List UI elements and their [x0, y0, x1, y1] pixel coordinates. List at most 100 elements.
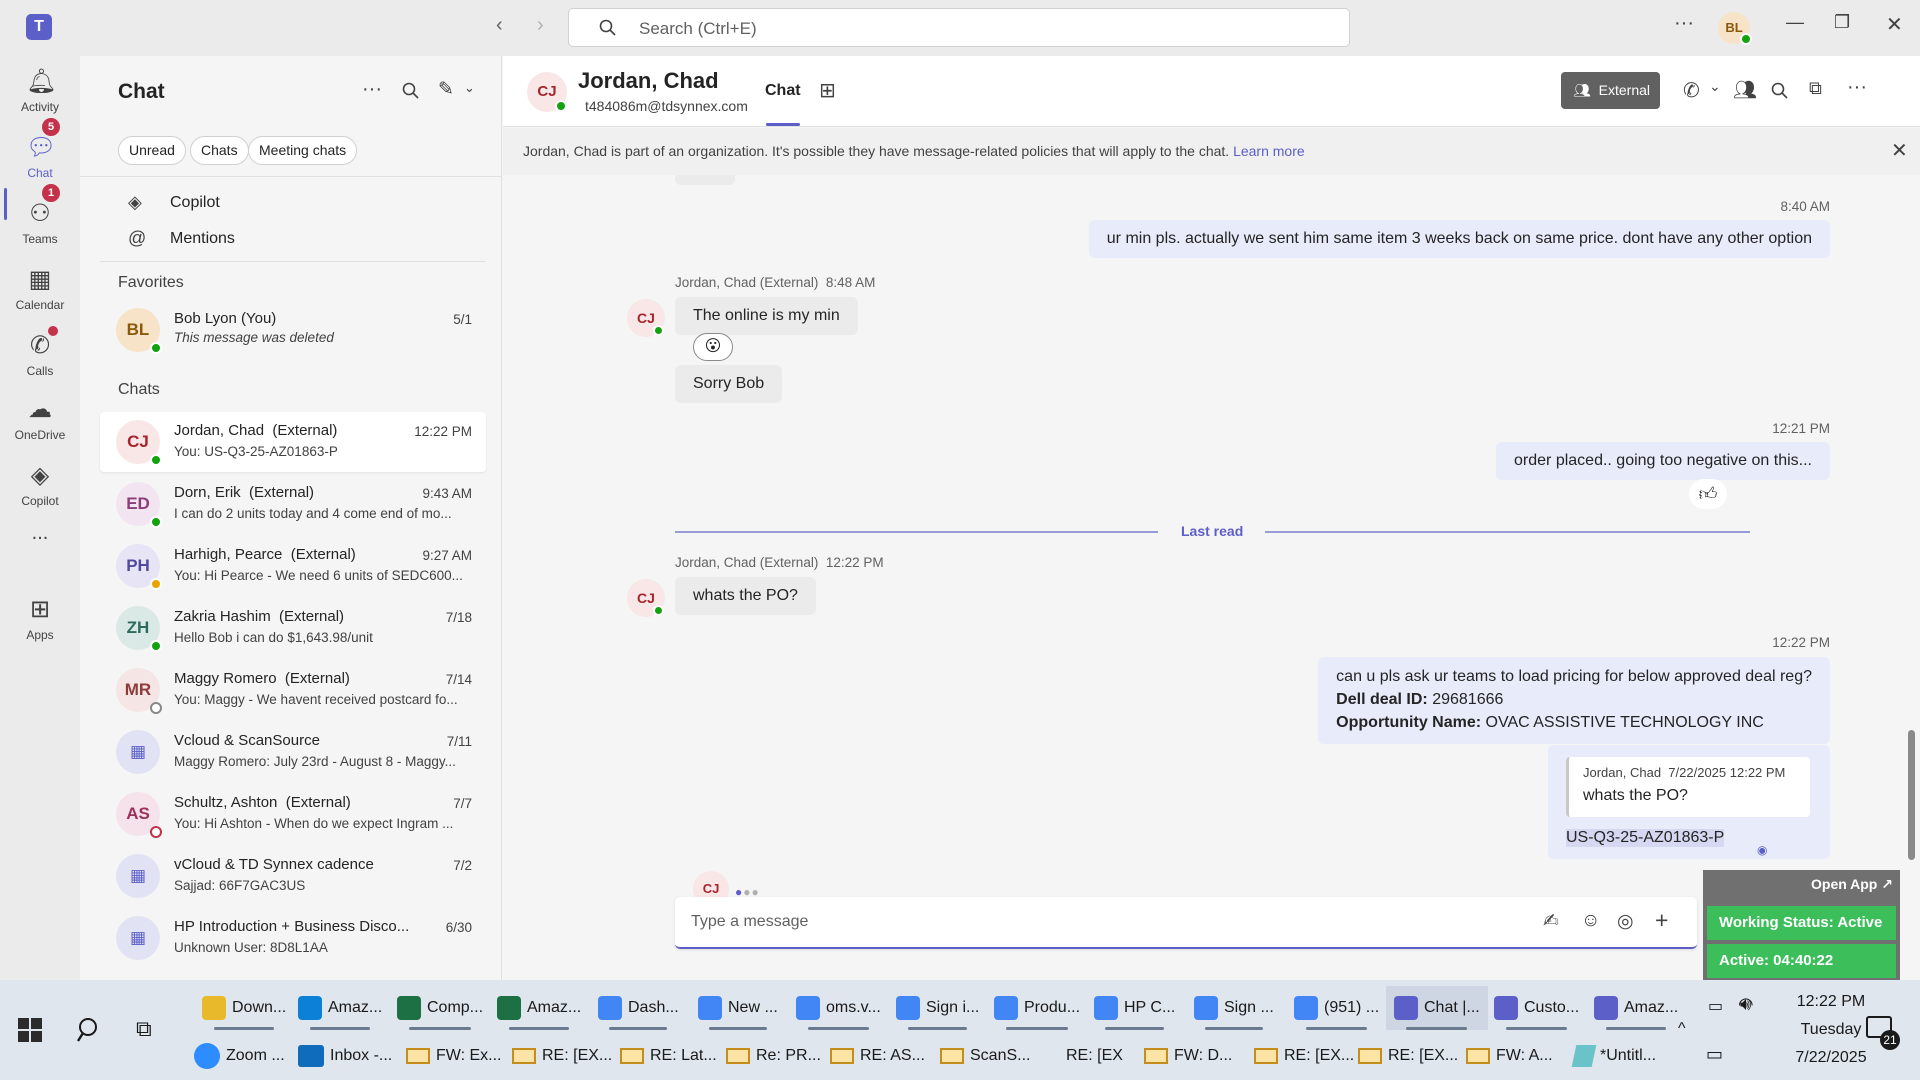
taskbar-search-icon[interactable] [76, 1016, 104, 1044]
search-in-chat-icon[interactable] [1771, 82, 1789, 100]
taskbar-window-button[interactable]: RE: [EX [1066, 1040, 1123, 1072]
taskbar-app-button[interactable]: Amaz... [489, 986, 589, 1030]
emoji-icon[interactable]: ☺︎ [1581, 910, 1600, 932]
taskbar-window-button[interactable]: Re: PR... [726, 1040, 821, 1072]
filter-meeting-chats[interactable]: Meeting chats [248, 136, 358, 165]
quoted-message[interactable]: Jordan, Chad 7/22/2025 12:22 PM whats th… [1566, 757, 1810, 817]
search-input[interactable]: Search (Ctrl+E) [568, 8, 1350, 47]
filter-unread[interactable]: Unread [118, 136, 186, 165]
tab-chat[interactable]: Chat [765, 82, 801, 100]
favorite-item[interactable]: BL Bob Lyon (You) This message was delet… [100, 300, 486, 360]
incoming-message[interactable]: The online is my min [675, 297, 858, 335]
message-composer[interactable]: Type a message ✍︎ ☺︎ ◎ + [675, 897, 1697, 949]
battery-icon[interactable]: ▭ [1708, 996, 1723, 1016]
new-chat-icon[interactable]: ✎ [438, 78, 454, 101]
taskbar-window-button[interactable]: ScanS... [940, 1040, 1030, 1072]
reaction-thumbs-up-icon[interactable]: 👍︎ [1689, 479, 1727, 509]
popout-icon[interactable]: ⧉ [1809, 78, 1822, 99]
taskbar-app-button[interactable]: Dash... [590, 986, 687, 1030]
taskbar-app-button[interactable]: New ... [690, 986, 786, 1030]
taskbar-app-button[interactable]: Produ... [986, 986, 1088, 1030]
taskbar-app-button[interactable]: Custo... [1486, 986, 1587, 1030]
taskbar-window-button[interactable]: RE: Lat... [620, 1040, 717, 1072]
taskbar-window-button[interactable]: RE: [EX... [1358, 1040, 1458, 1072]
rail-calls[interactable]: ✆ Calls [0, 324, 80, 386]
rail-activity[interactable]: 🔔︎ Activity [0, 60, 80, 122]
rail-copilot[interactable]: ◈ Copilot [0, 454, 80, 516]
taskbar-window-button[interactable]: RE: [EX... [512, 1040, 612, 1072]
chat-more-options-icon[interactable]: ··· [362, 78, 382, 101]
pinned-copilot[interactable]: ◈ Copilot [128, 190, 458, 220]
more-options-icon[interactable]: ··· [1674, 12, 1694, 35]
taskbar-app-button[interactable]: oms.v... [788, 986, 889, 1030]
taskbar-app-button[interactable]: Down... [194, 986, 294, 1030]
taskbar-window-button[interactable]: RE: AS... [830, 1040, 925, 1072]
minimize-icon[interactable]: — [1786, 12, 1804, 33]
windows-start-icon[interactable] [18, 1018, 42, 1042]
back-arrow-icon[interactable]: ‹ [496, 14, 503, 37]
working-status[interactable]: Working Status: Active [1707, 906, 1896, 940]
taskbar-window-button[interactable]: FW: Ex... [406, 1040, 501, 1072]
task-view-icon[interactable]: ⧉ [136, 1016, 152, 1042]
loop-icon[interactable]: ◎ [1617, 910, 1634, 933]
rail-more[interactable]: ... [0, 522, 80, 584]
show-hidden-icons-chevron-icon[interactable]: ^ [1678, 1020, 1686, 1038]
incoming-message[interactable]: Sorry Bob [675, 365, 783, 403]
chat-search-icon[interactable] [402, 82, 420, 100]
maximize-icon[interactable]: ❐ [1834, 12, 1850, 33]
outgoing-message[interactable]: ur min pls. actually we sent him same it… [1088, 220, 1830, 258]
header-more-icon[interactable]: ··· [1847, 76, 1867, 99]
taskbar-app-button[interactable]: Sign ... [1186, 986, 1282, 1030]
message-input[interactable]: Type a message [691, 913, 808, 931]
add-tab-icon[interactable]: ⊞ [819, 78, 836, 103]
taskbar-app-button[interactable]: (951) ... [1286, 986, 1387, 1030]
reaction-surprised-icon[interactable]: 😮︎ [693, 333, 733, 361]
pinned-mentions[interactable]: @ Mentions [128, 226, 458, 256]
rail-apps[interactable]: ⊞ Apps [0, 588, 80, 650]
rail-onedrive[interactable]: ☁︎ OneDrive [0, 388, 80, 450]
chat-item-zakria-hashim[interactable]: ZH Zakria Hashim (External) Hello Bob i … [100, 598, 486, 658]
taskbar-app-button[interactable]: Sign i... [888, 986, 987, 1030]
incoming-message[interactable]: whats the PO? [675, 577, 816, 615]
taskbar-window-button[interactable]: *Untitl... [1571, 1040, 1656, 1072]
taskbar-app-button[interactable]: Amaz... [1586, 986, 1686, 1030]
close-banner-icon[interactable]: ✕ [1891, 138, 1908, 163]
outgoing-message[interactable]: can u pls ask ur teams to load pricing f… [1318, 657, 1830, 744]
chat-item-dorn-erik[interactable]: ED Dorn, Erik (External) I can do 2 unit… [100, 474, 486, 534]
chat-item-jordan-chad[interactable]: CJ Jordan, Chad (External) You: US-Q3-25… [100, 412, 486, 472]
taskbar-window-button[interactable]: FW: D... [1144, 1040, 1232, 1072]
forward-arrow-icon[interactable]: › [537, 14, 544, 37]
rail-chat[interactable]: 💬︎ Chat [0, 126, 80, 188]
taskbar-window-button[interactable]: Inbox -... [298, 1040, 392, 1072]
filter-chats[interactable]: Chats [190, 136, 249, 165]
call-chevron-down-icon[interactable]: ⌄ [1709, 78, 1721, 95]
chat-item-harhigh-pearce[interactable]: PH Harhigh, Pearce (External) You: Hi Pe… [100, 536, 486, 596]
taskbar-app-button[interactable]: HP C... [1086, 986, 1183, 1030]
rail-teams[interactable]: ⚇ Teams [0, 192, 80, 254]
taskbar-app-button[interactable]: Comp... [389, 986, 491, 1030]
format-icon[interactable]: ✍︎ [1543, 910, 1559, 933]
rail-calendar[interactable]: ▦ Calendar [0, 258, 80, 320]
add-attachment-icon[interactable]: + [1655, 907, 1668, 934]
people-icon[interactable]: 👥︎ [1733, 78, 1757, 102]
close-window-icon[interactable]: ✕ [1886, 12, 1903, 37]
chat-item-maggy-romero[interactable]: MR Maggy Romero (External) You: Maggy - … [100, 660, 486, 720]
external-button[interactable]: 👥︎ External [1561, 72, 1660, 109]
chat-item-vcloud-td-synnex[interactable]: ▦ vCloud & TD Synnex cadence Sajjad: 66F… [100, 846, 486, 906]
learn-more-link[interactable]: Learn more [1233, 143, 1305, 159]
network-icon[interactable]: ▭ [1706, 1044, 1723, 1065]
call-icon[interactable]: ✆ [1683, 78, 1700, 103]
chevron-down-icon[interactable]: ⌄ [464, 80, 475, 96]
open-app-button[interactable]: Open App ↗ [1811, 876, 1893, 893]
taskbar-window-button[interactable]: FW: A... [1466, 1040, 1553, 1072]
chat-item-schultz-ashton[interactable]: AS Schultz, Ashton (External) You: Hi As… [100, 784, 486, 844]
volume-icon[interactable]: 🔊︎ [1740, 994, 1751, 1015]
outgoing-reply-message[interactable]: Jordan, Chad 7/22/2025 12:22 PM whats th… [1548, 745, 1830, 859]
taskbar-window-button[interactable]: Zoom ... [194, 1040, 285, 1072]
taskbar-window-button[interactable]: RE: [EX... [1254, 1040, 1354, 1072]
chat-item-hp-introduction[interactable]: ▦ HP Introduction + Business Disco... Un… [100, 908, 486, 968]
outgoing-message[interactable]: order placed.. going too negative on thi… [1496, 442, 1830, 480]
scrollbar-thumb[interactable] [1908, 730, 1915, 860]
taskbar-app-button[interactable]: Chat |... [1386, 986, 1488, 1030]
taskbar-app-button[interactable]: Amaz... [290, 986, 390, 1030]
